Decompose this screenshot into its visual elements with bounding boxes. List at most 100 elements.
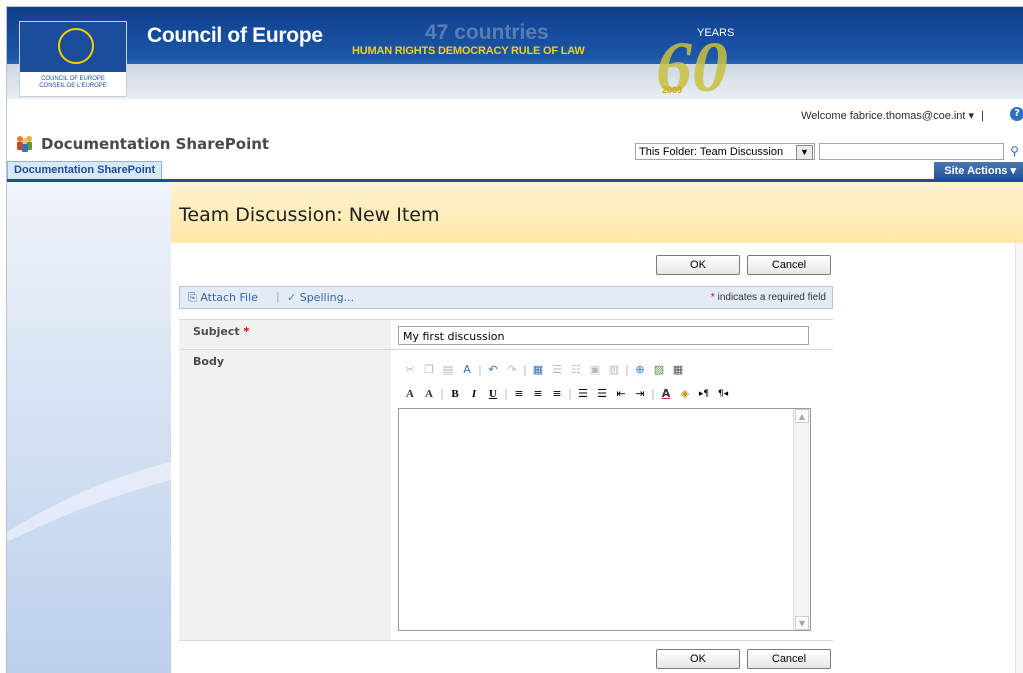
cancel-button-bottom[interactable]: Cancel [747, 649, 831, 669]
years-label: YEARS [697, 27, 735, 39]
bold-icon[interactable]: B [447, 386, 463, 402]
form-toolbar: ⎘ Attach File | ✓ Spelling... * indicate… [179, 286, 833, 309]
table-columns-icon[interactable]: ☷ [568, 362, 584, 378]
stars-circle-icon [58, 28, 94, 64]
editor-scrollbar[interactable]: ▲ ▼ [793, 409, 810, 630]
form-divider [179, 640, 833, 641]
toolbar-divider: | [504, 387, 508, 400]
align-right-icon[interactable]: ≡ [549, 386, 565, 402]
form-divider [179, 319, 833, 320]
insert-image-icon[interactable]: ▨ [651, 362, 667, 378]
org-title: Council of Europe [147, 24, 323, 47]
clear-format-icon[interactable]: A [459, 362, 475, 378]
right-to-left-icon[interactable]: ¶◂ [715, 386, 731, 402]
copy-icon[interactable]: ❐ [421, 362, 437, 378]
toolbar-divider: | [568, 387, 572, 400]
search-icon[interactable]: ⚲ [1007, 143, 1022, 160]
page-title-area: Team Discussion: New Item [171, 182, 1023, 243]
site-title[interactable]: Documentation SharePoint [41, 135, 269, 153]
attach-file-button[interactable]: ⎘ Attach File [188, 291, 258, 305]
paste-icon[interactable]: ▤ [440, 362, 456, 378]
toolbar-divider: | [625, 363, 629, 376]
font-icon[interactable]: A [402, 386, 418, 402]
chevron-down-icon: ▼ [796, 145, 813, 160]
logo-text-fr: CONSEIL DE L'EUROPE [39, 83, 107, 89]
welcome-separator: | [981, 110, 984, 122]
tab-documentation-sharepoint[interactable]: Documentation SharePoint [7, 161, 163, 179]
search-input[interactable] [819, 143, 1004, 160]
bulleted-list-icon[interactable]: ☰ [594, 386, 610, 402]
top-nav: Documentation SharePoint Site Actions ▾ [7, 161, 1023, 182]
toolbar-divider: | [440, 387, 444, 400]
left-to-right-icon[interactable]: ▸¶ [696, 386, 712, 402]
page-title: Team Discussion: New Item [179, 204, 440, 226]
browser-page: COUNCIL OF EUROPE CONSEIL DE L'EUROPE Co… [6, 6, 1023, 673]
subject-label: Subject * [193, 325, 250, 338]
left-navigation [7, 182, 171, 673]
coe-logo[interactable]: COUNCIL OF EUROPE CONSEIL DE L'EUROPE [19, 21, 127, 97]
scroll-up-icon[interactable]: ▲ [795, 409, 809, 423]
insert-link-icon[interactable]: ⊕ [632, 362, 648, 378]
align-left-icon[interactable]: ≡ [511, 386, 527, 402]
body-label: Body [193, 355, 224, 368]
help-icon[interactable]: ? [1010, 107, 1023, 121]
header-banner: COUNCIL OF EUROPE CONSEIL DE L'EUROPE Co… [7, 7, 1023, 99]
spelling-button[interactable]: ✓ Spelling... [287, 291, 354, 304]
table-rows-icon[interactable]: ☰ [549, 362, 565, 378]
font-size-icon[interactable]: A [421, 386, 437, 402]
tagline-rule-of-law: RULE OF LAW [511, 45, 585, 57]
tagline: HUMAN RIGHTS DEMOCRACY RULE OF LAW [352, 45, 585, 57]
toolbar-separator: | [276, 290, 280, 303]
people-group-icon [17, 136, 32, 152]
toolbar-divider: | [523, 363, 527, 376]
insert-table-icon[interactable]: ▦ [530, 362, 546, 378]
toolbar-divider: | [651, 387, 655, 400]
numbered-list-icon[interactable]: ☰ [575, 386, 591, 402]
spellcheck-icon: ✓ [287, 291, 297, 304]
italic-icon[interactable]: I [466, 386, 482, 402]
tagline-human-rights: HUMAN RIGHTS [352, 45, 436, 57]
increase-indent-icon[interactable]: ⇥ [632, 386, 648, 402]
align-center-icon[interactable]: ≡ [530, 386, 546, 402]
anniversary-year: 2009 [662, 85, 683, 95]
attach-file-label: Attach File [200, 291, 258, 304]
required-star: * [243, 325, 250, 338]
table-merge-icon[interactable]: ▥ [606, 362, 622, 378]
spelling-label: Spelling... [299, 291, 355, 304]
paperclip-icon: ⎘ [188, 291, 197, 304]
redo-icon[interactable]: ↷ [504, 362, 520, 378]
body-label-cell [179, 350, 391, 640]
cancel-button-top[interactable]: Cancel [747, 255, 831, 275]
search-scope-select[interactable]: This Folder: Team Discussion ▼ [635, 143, 815, 160]
cut-icon[interactable]: ✂ [402, 362, 418, 378]
text-color-icon[interactable]: A [658, 386, 674, 402]
welcome-text: Welcome fabrice.thomas@coe.int [801, 110, 966, 122]
tagline-democracy: DEMOCRACY [438, 45, 509, 57]
decorative-swoosh [7, 462, 171, 542]
search-scope-value: This Folder: Team Discussion [639, 146, 784, 158]
required-field-note: * indicates a required field [711, 292, 826, 303]
background-color-icon[interactable]: ◈ [677, 386, 693, 402]
site-header: Documentation SharePoint This Folder: Te… [7, 129, 1023, 161]
required-note-text: indicates a required field [717, 292, 826, 303]
welcome-menu[interactable]: Welcome fabrice.thomas@coe.int ▾ | [801, 109, 984, 122]
site-actions-button[interactable]: Site Actions ▾ [934, 162, 1023, 180]
countries-text: 47 countries [425, 21, 549, 44]
ok-button-bottom[interactable]: OK [656, 649, 740, 669]
scroll-down-icon[interactable]: ▼ [795, 616, 809, 630]
ok-button-top[interactable]: OK [656, 255, 740, 275]
undo-icon[interactable]: ↶ [485, 362, 501, 378]
html-source-icon[interactable]: ▦ [670, 362, 686, 378]
welcome-bar: Welcome fabrice.thomas@coe.int ▾ | ? [7, 104, 1023, 126]
right-scroll-edge [1015, 243, 1023, 673]
required-star: * [710, 292, 715, 303]
logo-text-en: COUNCIL OF EUROPE [41, 76, 105, 82]
subject-input[interactable]: My first discussion [398, 326, 809, 345]
rich-text-toolbar: ✂ ❐ ▤ A | ↶ ↷ | ▦ ☰ ☷ ▣ ▥ | ⊕ ▨ ▦ A A | … [398, 356, 809, 408]
decrease-indent-icon[interactable]: ⇤ [613, 386, 629, 402]
underline-icon[interactable]: U [485, 386, 501, 402]
chevron-down-icon: ▾ [968, 110, 975, 122]
table-cells-icon[interactable]: ▣ [587, 362, 603, 378]
toolbar-divider: | [478, 363, 482, 376]
body-editor[interactable]: ▲ ▼ [398, 408, 811, 631]
